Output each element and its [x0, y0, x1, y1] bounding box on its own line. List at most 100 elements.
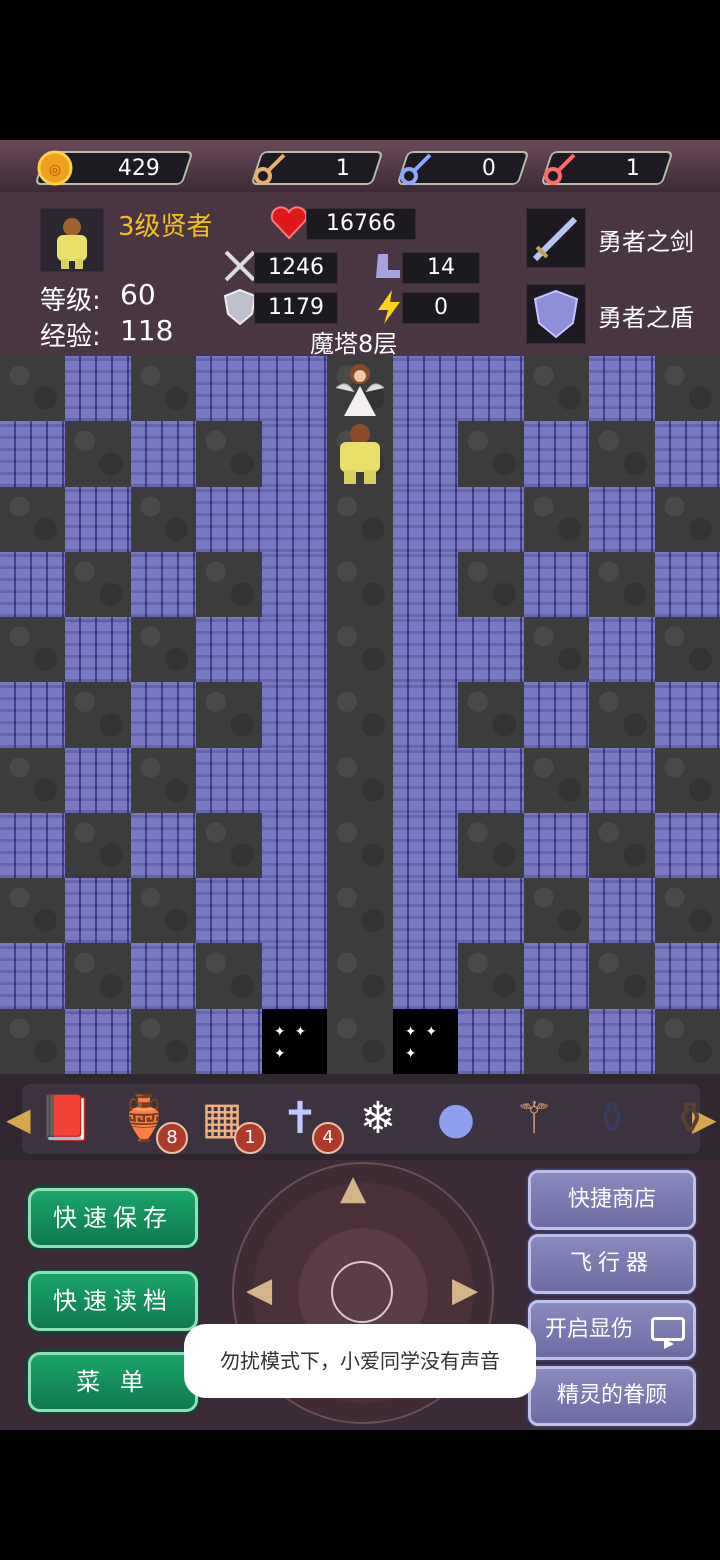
- floor-tile: [261, 878, 328, 944]
- show-damage-button[interactable]: 开启显伤: [528, 1300, 696, 1360]
- floor-tile: [392, 747, 459, 813]
- snowflake-icon[interactable]: ❄: [346, 1088, 410, 1150]
- floor-tile: [261, 356, 328, 422]
- floor-tile: [458, 747, 524, 813]
- floor-tile: [654, 421, 720, 487]
- quick-save-button[interactable]: 快速保存: [28, 1188, 198, 1248]
- floor-tile: [0, 682, 66, 748]
- wall-tile: [196, 812, 262, 879]
- floor-tile: [654, 812, 720, 879]
- floor-tile: [654, 943, 720, 1009]
- wall-tile: [130, 486, 197, 552]
- floor-tile: [0, 943, 66, 1009]
- floor-tile: [458, 878, 524, 944]
- floor-tile: [130, 421, 197, 487]
- quick-shop-button[interactable]: 快捷商店: [528, 1170, 696, 1230]
- wall-tile: [65, 551, 131, 618]
- floor-tile: [0, 421, 66, 487]
- floor-tile: [65, 747, 131, 813]
- attack-box: 1246: [254, 252, 338, 284]
- wand-icon[interactable]: ⚚: [502, 1088, 566, 1150]
- level-label: 等级:: [40, 286, 101, 316]
- stair-portal-tile: [392, 1008, 459, 1074]
- hp-box: 16766: [306, 208, 416, 240]
- wall-tile: [327, 943, 393, 1009]
- dark-potion-icon[interactable]: ⚱: [580, 1088, 644, 1150]
- wall-tile: [0, 747, 66, 813]
- floor-tile: [130, 812, 197, 879]
- dpad-left-icon[interactable]: ◀: [246, 1270, 272, 1310]
- floor-tile: [196, 486, 262, 552]
- fairy-npc-icon[interactable]: [330, 358, 390, 420]
- floor-tile: [196, 878, 262, 944]
- wall-tile: [589, 682, 655, 748]
- defense-box: 1179: [254, 292, 338, 324]
- floor-tile: [589, 747, 655, 813]
- wall-tile: [458, 551, 524, 618]
- magic-orb-icon[interactable]: ●: [424, 1088, 488, 1150]
- gold-value: 429: [117, 156, 160, 181]
- floor-tile: [392, 551, 459, 618]
- armor-name: 勇者之盾: [598, 304, 694, 332]
- wall-tile: [589, 812, 655, 879]
- menu-button[interactable]: 菜 单: [28, 1352, 198, 1412]
- floor-tile: [261, 682, 328, 748]
- magic-defense-value: 14: [427, 255, 455, 280]
- monster-book-icon[interactable]: 📕: [34, 1088, 98, 1150]
- floor-tile: [196, 356, 262, 422]
- hero-status-panel: 3级贤者 等级: 60 经验: 118 16766 1246 14 1179 0…: [0, 192, 720, 358]
- floor-label: 魔塔8层: [310, 330, 398, 358]
- wall-tile: [589, 551, 655, 618]
- wall-tile: [196, 943, 262, 1009]
- wall-tile: [654, 617, 720, 683]
- wall-tile: [654, 747, 720, 813]
- attack-value: 1246: [268, 255, 324, 280]
- floor-tile: [392, 943, 459, 1009]
- dpad-up-icon[interactable]: ▲: [340, 1168, 366, 1208]
- wall-tile: [130, 747, 197, 813]
- wall-tile: [327, 812, 393, 879]
- magic-defense-box: 14: [402, 252, 480, 284]
- wall-tile: [458, 682, 524, 748]
- wall-tile: [523, 878, 590, 944]
- floor-tile: [261, 551, 328, 618]
- fairy-blessing-button[interactable]: 精灵的眷顾: [528, 1366, 696, 1426]
- item-count-badge: 8: [156, 1122, 188, 1154]
- system-toast: 勿扰模式下，小爱同学没有声音: [184, 1324, 536, 1398]
- floor-tile: [196, 747, 262, 813]
- item-count-badge: 4: [312, 1122, 344, 1154]
- gold-coin-icon: ◎: [36, 149, 74, 187]
- wall-tile: [654, 486, 720, 552]
- floor-tile: [523, 682, 590, 748]
- wall-tile: [327, 551, 393, 618]
- bag-icon[interactable]: ⚱: [658, 1088, 720, 1150]
- wall-tile: [589, 421, 655, 487]
- wall-tile: [130, 356, 197, 422]
- wall-tile: [327, 1008, 393, 1074]
- wall-tile: [654, 356, 720, 422]
- floor-tile: [0, 551, 66, 618]
- floor-tile: [0, 812, 66, 879]
- wall-tile: [130, 617, 197, 683]
- floor-tile: [261, 486, 328, 552]
- hero-portrait-icon: [40, 208, 104, 272]
- hero-sprite-icon: [330, 420, 390, 486]
- blue-key-counter: 0: [396, 151, 530, 185]
- flyer-button[interactable]: 飞行器: [528, 1234, 696, 1294]
- dpad-center[interactable]: [331, 1261, 393, 1323]
- floor-tile: [261, 943, 328, 1009]
- level-value: 60: [120, 278, 156, 311]
- video-ad-icon: [651, 1317, 685, 1349]
- floor-tile: [261, 747, 328, 813]
- armor-shield-icon: [526, 284, 586, 344]
- weapon-name: 勇者之剑: [598, 228, 694, 256]
- dpad-right-icon[interactable]: ▶: [452, 1270, 478, 1310]
- quick-load-button[interactable]: 快速读档: [28, 1271, 198, 1331]
- floor-tile: [654, 682, 720, 748]
- wall-tile: [0, 878, 66, 944]
- wall-tile: [458, 421, 524, 487]
- wall-tile: [589, 943, 655, 1009]
- item-scroll-left-icon[interactable]: ◀: [6, 1100, 31, 1138]
- floor-tile: [130, 943, 197, 1009]
- floor-tile: [458, 356, 524, 422]
